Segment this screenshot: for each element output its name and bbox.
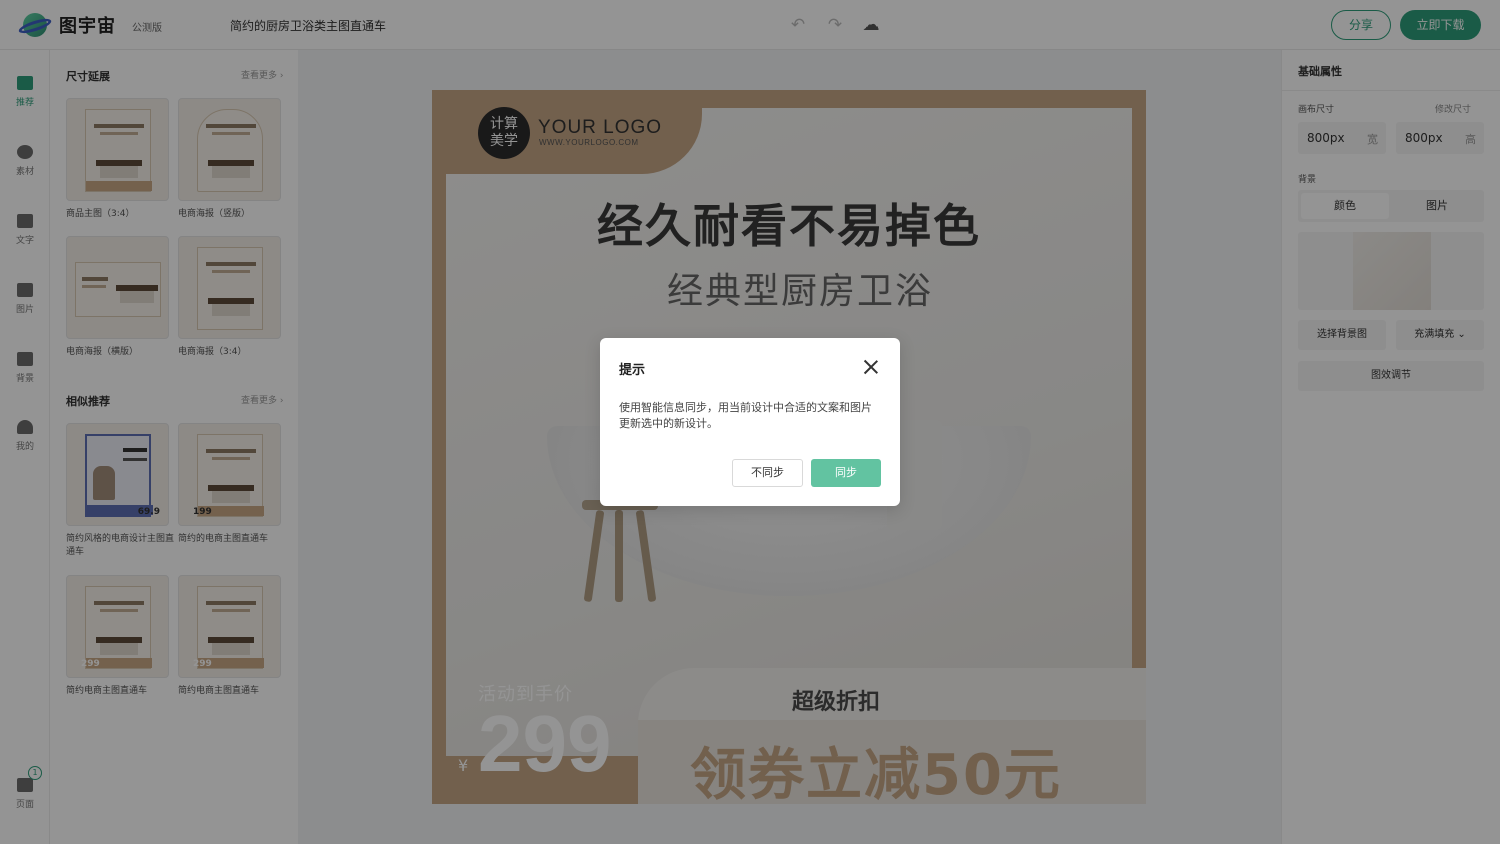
dialog-title: 提示 (619, 363, 646, 378)
no-sync-button[interactable]: 不同步 (732, 459, 803, 487)
close-icon[interactable] (862, 358, 880, 376)
dialog-message: 使用智能信息同步，用当前设计中合适的文案和图片更新选中的新设计。 (619, 401, 872, 430)
sync-button[interactable]: 同步 (811, 459, 881, 487)
sync-dialog: 提示 使用智能信息同步，用当前设计中合适的文案和图片更新选中的新设计。 不同步 … (600, 338, 900, 506)
